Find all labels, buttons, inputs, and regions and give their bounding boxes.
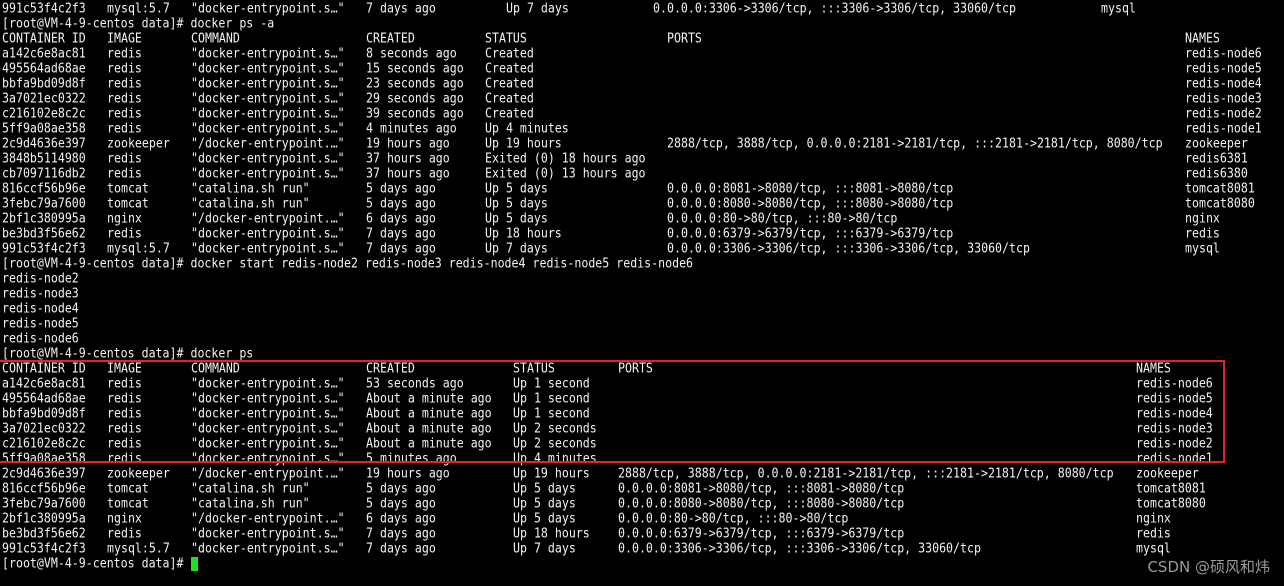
ports-cell: PORTS [618,360,653,376]
table-row: 3febc79a7600 tomcat "catalina.sh run" 5 day… [2,195,1282,211]
table-row: bbfa9bd09d8f redis "docker-entrypoint.s…" 2… [2,75,1282,91]
ports-cell: 2888/tcp, 3888/tcp, 0.0.0.0:2181->2181/t… [667,135,1163,151]
terminal-window[interactable]: 991c53f4c2f3 mysql:5.7 "docker-entrypoint.… [0,0,1284,586]
command-prompt: [root@VM-4-9-centos data]# docker start … [2,255,694,271]
created-cell: 7 days ago [366,540,436,556]
table-row: 2bf1c380995a nginx "/docker-entrypoint.…" 6… [2,210,1282,226]
names-cell: mysql [1185,240,1220,256]
command-prompt: [root@VM-4-9-centos data]# [2,555,191,571]
table-row: 495564ad68ae redis "docker-entrypoint.s…" 1… [2,60,1282,76]
output-line: redis-node5 [2,315,1282,331]
prompt-line: [root@VM-4-9-centos data]# docker ps [2,345,1282,361]
table-row: 2bf1c380995a nginx "/docker-entrypoint.…" 6… [2,510,1282,526]
table-row: 991c53f4c2f3 mysql:5.7 "docker-entrypoint.… [2,0,1282,16]
table-row: c216102e8c2c redis "docker-entrypoint.s…" A… [2,435,1282,451]
table-row: 2c9d4636e397 zookeeper "/docker-entrypoint… [2,135,1282,151]
table-row: 3febc79a7600 tomcat "catalina.sh run" 5 day… [2,495,1282,511]
text-cursor [191,557,198,571]
prompt-line: [root@VM-4-9-centos data]# docker ps -a [2,15,1282,31]
table-row: 5ff9a08ae358 redis "docker-entrypoint.s…" 5… [2,450,1282,466]
table-row: a142c6e8ac81 redis "docker-entrypoint.s…" 8… [2,45,1282,61]
status-cell: Up 7 days [506,0,569,16]
table-header: CONTAINER ID IMAGE COMMAND CREATED STATUS POR… [2,30,1282,46]
prompt-line: [root@VM-4-9-centos data]# docker start … [2,255,1282,271]
table-row: 991c53f4c2f3 mysql:5.7 "docker-entrypoint.… [2,240,1282,256]
watermark: CSDN @硕风和炜 [1147,558,1270,576]
table-row: be3bd3f56e62 redis "docker-entrypoint.s…" 7… [2,525,1282,541]
table-row: 3a7021ec0322 redis "docker-entrypoint.s…" 2… [2,90,1282,106]
output-line: redis-node2 [2,270,1282,286]
status-cell: Up 7 days [513,540,576,556]
table-row: 991c53f4c2f3 mysql:5.7 "docker-entrypoint.… [2,540,1282,556]
table-row: cb7097116db2 redis "docker-entrypoint.s…" 3… [2,165,1282,181]
table-row: a142c6e8ac81 redis "docker-entrypoint.s…" 5… [2,375,1282,391]
ports-cell: 0.0.0.0:3306->3306/tcp, :::3306->3306/tc… [618,540,981,556]
output-line: redis-node4 [2,300,1282,316]
table-row: 3848b5114980 redis "docker-entrypoint.s…" 3… [2,150,1282,166]
output-line: redis-node3 [2,285,1282,301]
names-cell: mysql [1136,540,1171,556]
output-line: redis-node6 [2,330,1282,346]
command-cell: "docker-entrypoint.s…" [191,540,345,556]
ports-cell: PORTS [667,30,702,46]
table-row: 495564ad68ae redis "docker-entrypoint.s…" A… [2,390,1282,406]
table-row: bbfa9bd09d8f redis "docker-entrypoint.s…" A… [2,405,1282,421]
ports-cell: 0.0.0.0:3306->3306/tcp, :::3306->3306/tc… [653,0,1016,16]
table-row: 816ccf56b96e tomcat "catalina.sh run" 5 day… [2,480,1282,496]
table-row: c216102e8c2c redis "docker-entrypoint.s…" 3… [2,105,1282,121]
table-row: 5ff9a08ae358 redis "docker-entrypoint.s…" 4… [2,120,1282,136]
table-row: 3a7021ec0322 redis "docker-entrypoint.s…" A… [2,420,1282,436]
table-row: 816ccf56b96e tomcat "catalina.sh run" 5 day… [2,180,1282,196]
ports-cell: 0.0.0.0:3306->3306/tcp, :::3306->3306/tc… [667,240,1030,256]
table-row: be3bd3f56e62 redis "docker-entrypoint.s…" 7… [2,225,1282,241]
table-header: CONTAINER ID IMAGE COMMAND CREATED STATUS POR… [2,360,1282,376]
names-cell: mysql [1101,0,1136,16]
table-row: 2c9d4636e397 zookeeper "/docker-entrypoint… [2,465,1282,481]
created-cell: 7 days ago [366,0,436,16]
